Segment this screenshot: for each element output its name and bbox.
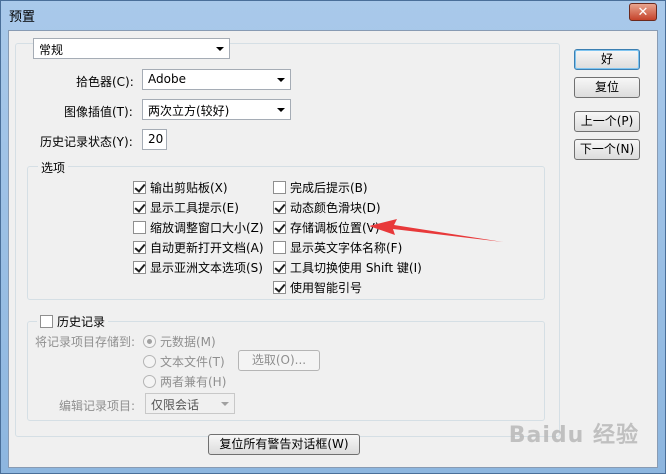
radio-label: 文本文件(T) [160, 354, 225, 369]
save-log-to-label: 将记录项目存储到: [35, 335, 136, 349]
option-smart-quotes[interactable]: 使用智能引号 [273, 279, 362, 295]
title-bar: 预置 ✕ [1, 1, 665, 27]
radio-both[interactable]: 两者兼有(H) [143, 373, 226, 389]
option-save-palette-locations[interactable]: 存储调板位置(V) [273, 219, 380, 235]
option-zoom-resize[interactable]: 缩放调整窗口大小(Z) [133, 219, 264, 235]
edit-log-items-label: 编辑记录项目: [59, 399, 136, 413]
checkbox[interactable] [133, 260, 146, 274]
checkbox[interactable] [133, 200, 146, 214]
dialog-body: 常规 拾色器(C): Adobe 图像插值(T): 两次立方(较好) 历史记录状… [8, 30, 658, 468]
previous-button[interactable]: 上一个(P) [574, 111, 640, 132]
color-picker-value: Adobe [148, 72, 186, 86]
preferences-window: 预置 ✕ 常规 拾色器(C): Adobe 图像插值(T): 两次立方(较好) … [0, 0, 666, 474]
option-label: 显示工具提示(E) [150, 200, 239, 215]
interpolation-select[interactable]: 两次立方(较好) [142, 99, 291, 120]
annotation-arrow-icon [369, 219, 503, 242]
color-picker-select[interactable]: Adobe [142, 69, 291, 90]
history-log-toggle[interactable]: 历史记录 [37, 313, 109, 329]
close-icon: ✕ [637, 4, 649, 20]
radio-button[interactable] [143, 354, 156, 368]
option-label: 完成后提示(B) [290, 180, 368, 195]
window-title: 预置 [9, 10, 36, 25]
preset-value: 常规 [39, 43, 64, 57]
option-auto-update[interactable]: 自动更新打开文档(A) [133, 239, 264, 255]
option-output-clipboard[interactable]: 输出剪贴板(X) [133, 179, 228, 195]
next-button[interactable]: 下一个(N) [574, 139, 640, 160]
checkbox[interactable] [273, 240, 286, 254]
chevron-down-icon [216, 47, 224, 51]
checkbox[interactable] [273, 260, 286, 274]
baidu-watermark-logo: Baidu 经验 [508, 423, 639, 448]
history-states-input[interactable]: 20 [142, 129, 167, 150]
radio-label: 两者兼有(H) [160, 374, 227, 389]
checkbox[interactable] [40, 314, 53, 328]
radio-label: 元数据(M) [160, 334, 216, 349]
radio-button[interactable] [143, 374, 156, 388]
history-states-value: 20 [148, 132, 164, 146]
option-label: 输出剪贴板(X) [150, 180, 228, 195]
chevron-down-icon [221, 402, 229, 406]
edit-log-items-select[interactable]: 仅限会话 [145, 393, 235, 414]
choose-file-button[interactable]: 选取(O)... [238, 350, 320, 371]
reset-button[interactable]: 复位 [574, 77, 640, 98]
radio-metadata[interactable]: 元数据(M) [143, 333, 216, 349]
chevron-down-icon [277, 108, 285, 112]
checkbox[interactable] [133, 240, 146, 254]
option-dynamic-sliders[interactable]: 动态颜色滑块(D) [273, 199, 381, 215]
radio-text-file[interactable]: 文本文件(T) [143, 353, 225, 369]
option-label: 存储调板位置(V) [290, 220, 380, 235]
chevron-down-icon [277, 78, 285, 82]
history-group-title: 历史记录 [57, 314, 106, 329]
checkbox[interactable] [133, 220, 146, 234]
color-picker-label: 拾色器(C): [76, 75, 134, 89]
history-states-label: 历史记录状态(Y): [40, 135, 133, 149]
checkbox[interactable] [273, 280, 286, 294]
preset-select[interactable]: 常规 [33, 38, 230, 59]
ok-button[interactable]: 好 [574, 49, 640, 70]
checkbox[interactable] [273, 220, 286, 234]
option-label: 使用智能引号 [290, 280, 363, 295]
option-label: 显示亚洲文本选项(S) [150, 260, 263, 275]
checkbox[interactable] [133, 180, 146, 194]
checkbox[interactable] [273, 180, 286, 194]
options-group-title: 选项 [38, 159, 69, 176]
radio-button[interactable] [143, 334, 156, 348]
annotation-arrow-shape [369, 219, 503, 242]
option-show-tooltips[interactable]: 显示工具提示(E) [133, 199, 239, 215]
option-asian-text[interactable]: 显示亚洲文本选项(S) [133, 259, 263, 275]
close-button[interactable]: ✕ [629, 3, 657, 21]
option-label: 工具切换使用 Shift 键(I) [290, 260, 422, 275]
option-shift-tool-switch[interactable]: 工具切换使用 Shift 键(I) [273, 259, 422, 275]
edit-log-items-value: 仅限会话 [151, 398, 200, 412]
option-beep-when-done[interactable]: 完成后提示(B) [273, 179, 368, 195]
interpolation-value: 两次立方(较好) [148, 104, 230, 118]
option-label: 自动更新打开文档(A) [150, 240, 264, 255]
option-label: 动态颜色滑块(D) [290, 200, 381, 215]
interpolation-label: 图像插值(T): [64, 105, 133, 119]
reset-all-warnings-button[interactable]: 复位所有警告对话框(W) [208, 434, 360, 455]
option-label: 缩放调整窗口大小(Z) [150, 220, 264, 235]
checkbox[interactable] [273, 200, 286, 214]
